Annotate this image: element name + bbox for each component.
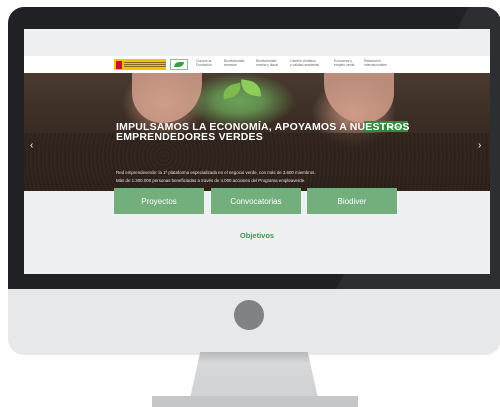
browser-top-strip [24,29,490,56]
monitor-base [152,396,358,407]
hero-title: IMPULSAMOS LA ECONOMÍA, APOYAMOS A NUEST… [116,121,410,143]
monitor-bezel: Conoce la Fundación Biodiversidad terres… [8,7,500,289]
nav-item-relaciones[interactable]: Relaciones internacionales [364,59,387,67]
foundation-logo[interactable] [170,59,188,70]
leaf-icon [174,62,184,67]
carousel-next-icon[interactable]: › [478,140,481,151]
hand-right-image [324,73,394,123]
hero-banner: Más info IMPULSAMOS LA ECONOMÍA, APOYAMO… [24,73,490,191]
nav-item-biodiversidad-marina[interactable]: Biodiversidad marina y litoral [256,59,278,67]
site-navbar: Conoce la Fundación Biodiversidad terres… [24,56,490,73]
hero-text-2: Más de 1.300.000 personas beneficiadas a… [116,178,306,183]
nav-item-biodiversidad-terrestre[interactable]: Biodiversidad terrestre [224,59,244,67]
coat-of-arms-icon [116,60,122,69]
monitor-screen: Conoce la Fundación Biodiversidad terres… [24,29,490,274]
government-logo[interactable] [114,59,166,70]
nav-item-cambio-climatico[interactable]: Cambio climático y calidad ambiental [290,59,319,67]
monitor-stand [190,352,318,398]
carousel-prev-icon[interactable]: ‹ [30,140,33,151]
tile-biodiver[interactable]: Biodiver [307,188,397,214]
sprout-image [220,79,264,103]
hand-left-image [132,73,202,123]
tile-proyectos[interactable]: Proyectos [114,188,204,214]
section-title-objetivos: Objetivos [239,231,275,240]
feature-tiles: Proyectos Convocatorias Biodiver [24,188,490,216]
monitor-logo-icon [234,300,264,330]
tile-convocatorias[interactable]: Convocatorias [211,188,301,214]
nav-item-conoce[interactable]: Conoce la Fundación [196,59,212,67]
nav-item-economia[interactable]: Economía y empleo verde [334,59,355,67]
hero-text-1: Red emprendeverde: la 1ª plataforma espe… [116,170,316,175]
